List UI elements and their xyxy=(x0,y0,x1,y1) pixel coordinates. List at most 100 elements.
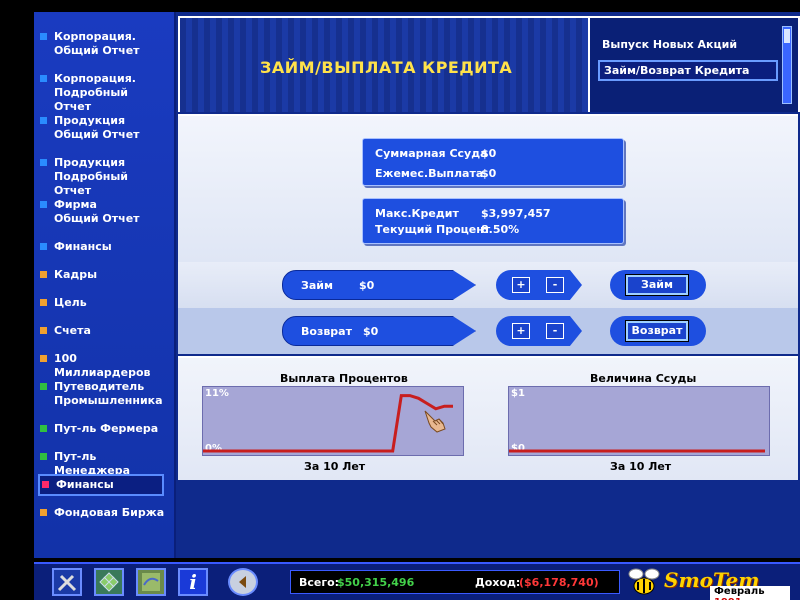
sidebar-item-14[interactable]: Фондовая Биржа xyxy=(40,506,168,520)
loan-size-graph-title: Величина Ссуды xyxy=(590,372,697,385)
repay-plus-button[interactable]: + xyxy=(512,323,530,339)
tab-loan-repay[interactable]: Займ/Возврат Кредита xyxy=(598,60,778,81)
page-title: ЗАЙМ/ВЫПЛАТА КРЕДИТА xyxy=(260,58,513,77)
loan-plus-button[interactable]: + xyxy=(512,277,530,293)
date-month: Февраль xyxy=(714,586,765,597)
sidebar-item-7[interactable]: Цель xyxy=(40,296,168,310)
sidebar-bullet-icon xyxy=(40,33,47,40)
status-panel: Всего: $50,315,496 Доход: ($6,178,740) xyxy=(290,570,620,594)
sidebar-item-9[interactable]: 100 Миллиардеров xyxy=(40,352,168,380)
tab-new-shares[interactable]: Выпуск Новых Акций xyxy=(598,36,741,53)
loan-minus-button[interactable]: - xyxy=(546,277,564,293)
tab-scrollbar[interactable] xyxy=(782,26,792,104)
repay-button[interactable]: Возврат xyxy=(625,320,689,342)
max-credit-value: $3,997,457 xyxy=(481,207,551,220)
tools-icon[interactable] xyxy=(52,568,82,596)
sidebar-bullet-icon xyxy=(40,75,47,82)
loan-size-graph: $1 $0 xyxy=(508,386,770,456)
sidebar-item-11[interactable]: Пут-ль Фермера xyxy=(40,422,168,436)
income-label: Доход: xyxy=(475,576,521,589)
sidebar-bullet-icon xyxy=(40,159,47,166)
sidebar-item-label: Продукция Общий Отчет xyxy=(54,114,140,141)
current-rate-label: Текущий Процент xyxy=(375,223,491,236)
interest-series-line xyxy=(203,394,453,453)
monthly-payment-label: Ежемес.Выплата xyxy=(375,167,484,180)
sidebar-item-6[interactable]: Кадры xyxy=(40,268,168,282)
sidebar-item-8[interactable]: Счета xyxy=(40,324,168,338)
loan-amount-value: $0 xyxy=(359,279,375,292)
repay-row: Возврат $0 + - Возврат xyxy=(178,308,798,354)
sidebar-item-label: Фирма Общий Отчет xyxy=(54,198,140,225)
sidebar-bullet-icon xyxy=(40,299,47,306)
info-icon[interactable]: i xyxy=(178,568,208,596)
loan-stepper: + - xyxy=(496,270,582,300)
date-display: Февраль 1991 xyxy=(710,586,790,600)
loan-row: Займ $0 + - Займ xyxy=(178,262,798,308)
loan-size-graph-plot xyxy=(509,449,765,453)
total-loan-value: $0 xyxy=(481,147,497,160)
sidebar-item-10[interactable]: Путеводитель Промышленника xyxy=(40,380,168,408)
repay-minus-button[interactable]: - xyxy=(546,323,564,339)
loan-label: Займ xyxy=(301,279,333,292)
repay-stepper: + - xyxy=(496,316,582,346)
sidebar-item-label: Пут-ль Фермера xyxy=(54,422,159,435)
sidebar-bullet-icon xyxy=(40,383,47,390)
sidebar-item-2[interactable]: Продукция Общий Отчет xyxy=(40,114,168,142)
income-value: ($6,178,740) xyxy=(519,576,599,589)
total-loan-label: Суммарная Ссуда xyxy=(375,147,488,160)
sidebar-item-label: Кадры xyxy=(54,268,98,281)
graphs-area: Выплата Процентов 11% 0% За 10 Лет Велич… xyxy=(178,356,798,480)
bottom-toolbar: i Всего: $50,315,496 Доход: ($6,178,740)… xyxy=(34,562,800,600)
region-map-icon[interactable] xyxy=(136,568,166,596)
repay-action-pill: Возврат xyxy=(610,316,706,346)
credit-info-box: Макс.Кредит $3,997,457 Текущий Процент 8… xyxy=(362,198,624,244)
sidebar-item-label: Финансы xyxy=(56,478,114,491)
map-grid-icon[interactable] xyxy=(94,568,124,596)
sidebar-item-label: Счета xyxy=(54,324,91,337)
tab-list: Выпуск Новых Акций Займ/Возврат Кредита xyxy=(588,16,800,112)
sidebar-bullet-icon xyxy=(40,271,47,278)
sidebar-item-label: 100 Миллиардеров xyxy=(54,352,151,379)
total-value: $50,315,496 xyxy=(337,576,415,589)
repay-amount-value: $0 xyxy=(363,325,379,338)
loan-action-pill: Займ xyxy=(610,270,706,300)
sidebar-item-label: Продукция Подробный Отчет xyxy=(54,156,129,197)
sidebar-item-1[interactable]: Корпорация. Подробный Отчет xyxy=(40,72,168,114)
sidebar-bullet-icon xyxy=(42,481,49,488)
sidebar-item-13[interactable]: Финансы xyxy=(38,474,164,496)
interest-graph-footer: За 10 Лет xyxy=(304,460,366,473)
sidebar-bullet-icon xyxy=(40,453,47,460)
total-label: Всего: xyxy=(299,576,340,589)
back-arrow-icon[interactable] xyxy=(228,568,258,596)
title-area: ЗАЙМ/ВЫПЛАТА КРЕДИТА xyxy=(178,16,588,112)
sidebar-bullet-icon xyxy=(40,509,47,516)
max-credit-label: Макс.Кредит xyxy=(375,207,459,220)
sidebar-bullet-icon xyxy=(40,327,47,334)
sidebar-item-label: Корпорация. Подробный Отчет xyxy=(54,72,136,113)
summary-area: Суммарная Ссуда $0 Ежемес.Выплата $0 Мак… xyxy=(178,114,798,262)
sidebar: Корпорация. Общий Отчет Корпорация. Подро… xyxy=(34,12,176,558)
sidebar-item-0[interactable]: Корпорация. Общий Отчет xyxy=(40,30,168,58)
monthly-payment-value: $0 xyxy=(481,167,497,180)
scroll-thumb[interactable] xyxy=(784,29,790,43)
sidebar-item-label: Путеводитель Промышленника xyxy=(54,380,163,407)
repay-label: Возврат xyxy=(301,325,352,338)
hand-cursor-icon xyxy=(421,407,449,433)
interest-graph: 11% 0% xyxy=(202,386,464,456)
sidebar-item-5[interactable]: Финансы xyxy=(40,240,168,254)
loan-size-graph-footer: За 10 Лет xyxy=(610,460,672,473)
sidebar-item-label: Корпорация. Общий Отчет xyxy=(54,30,140,57)
sidebar-item-4[interactable]: Фирма Общий Отчет xyxy=(40,198,168,226)
sidebar-bullet-icon xyxy=(40,243,47,250)
sidebar-bullet-icon xyxy=(40,117,47,124)
loan-summary-box: Суммарная Ссуда $0 Ежемес.Выплата $0 xyxy=(362,138,624,186)
sidebar-item-label: Цель xyxy=(54,296,87,309)
current-rate-value: 8.50% xyxy=(481,223,520,236)
loan-button[interactable]: Займ xyxy=(625,274,689,296)
main-panel: ЗАЙМ/ВЫПЛАТА КРЕДИТА Выпуск Новых Акций … xyxy=(176,12,800,558)
sidebar-item-3[interactable]: Продукция Подробный Отчет xyxy=(40,156,168,198)
bee-logo-icon xyxy=(624,564,664,600)
sidebar-bullet-icon xyxy=(40,355,47,362)
interest-graph-title: Выплата Процентов xyxy=(280,372,408,385)
sidebar-item-label: Финансы xyxy=(54,240,112,253)
